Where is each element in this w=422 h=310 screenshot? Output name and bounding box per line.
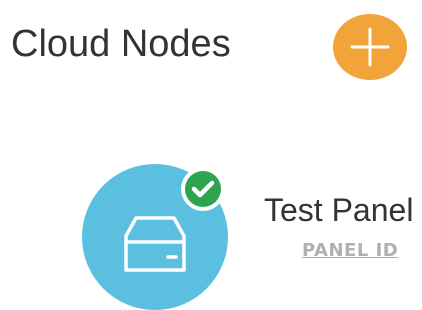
add-node-button[interactable] (333, 14, 407, 80)
server-icon (124, 216, 186, 272)
status-badge (181, 167, 225, 211)
node-name: Test Panel (264, 192, 414, 228)
page-title: Cloud Nodes (11, 23, 231, 65)
panel-id-link[interactable]: PANEL ID (302, 240, 398, 262)
check-icon (191, 180, 215, 198)
plus-icon (350, 27, 390, 67)
